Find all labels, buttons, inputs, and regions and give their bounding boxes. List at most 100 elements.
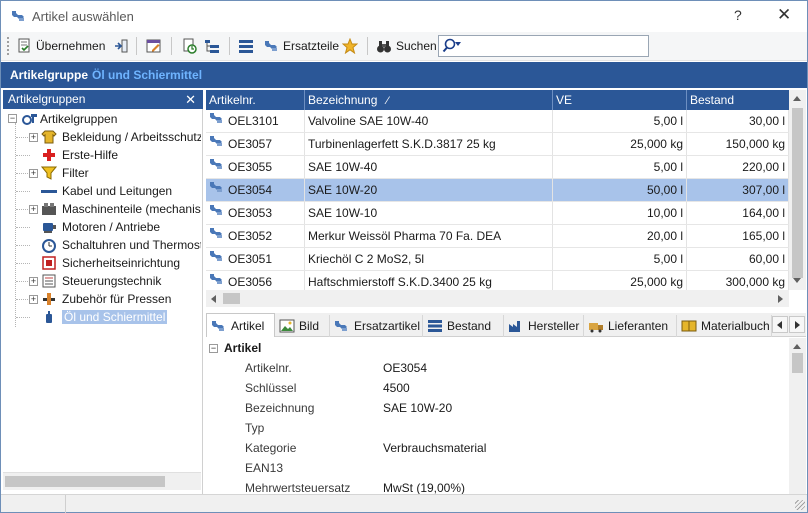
tree-item[interactable]: Erste-Hilfe xyxy=(41,146,118,164)
chevron-left-icon xyxy=(777,321,782,329)
details-vertical-scrollbar[interactable] xyxy=(789,338,806,494)
tab-picture[interactable]: Bild xyxy=(275,315,330,337)
tree-item[interactable]: Motoren / Antriebe xyxy=(41,218,160,236)
cell-artikelnr-value: OEL3101 xyxy=(228,114,279,128)
tree-view-button[interactable] xyxy=(204,37,220,55)
search-dropdown-icon[interactable] xyxy=(455,42,461,46)
scrollbar-thumb[interactable] xyxy=(792,108,803,278)
accept-button[interactable]: Übernehmen xyxy=(16,37,105,55)
refresh-button[interactable] xyxy=(181,37,197,55)
tree-item[interactable]: Bekleidung / Arbeitsschutz xyxy=(41,128,201,146)
toolbar-grip[interactable] xyxy=(7,37,10,55)
tab-stock[interactable]: Bestand xyxy=(423,315,504,337)
cell-bestand-value: 60,00 l xyxy=(748,252,785,266)
cell-bestand: 165,00 l xyxy=(687,225,789,247)
tab-spare-article[interactable]: Ersatzartikel xyxy=(330,315,423,337)
tab-manufacturer[interactable]: Hersteller xyxy=(504,315,584,337)
tab-supplier[interactable]: Lieferanten xyxy=(584,315,677,337)
tree-expand-toggle[interactable]: + xyxy=(29,169,38,178)
close-button[interactable]: ✕ xyxy=(777,5,791,25)
cell-artikelnr-value: OE3056 xyxy=(228,275,273,289)
scroll-right-icon[interactable] xyxy=(778,295,783,303)
safety-icon xyxy=(41,255,57,271)
scroll-up-icon[interactable] xyxy=(793,344,801,349)
tree-expand-toggle[interactable]: + xyxy=(29,133,38,142)
tree-root[interactable]: Artikelgruppen xyxy=(21,110,117,128)
tab-label: Ersatzartikel xyxy=(354,319,421,333)
tree-item-label: Steuerungstechnik xyxy=(62,274,162,288)
clothing-icon xyxy=(41,129,57,145)
column-header-artikelnr[interactable]: Artikelnr. xyxy=(206,90,305,110)
tree-expand-toggle[interactable]: + xyxy=(29,205,38,214)
tree-expand-toggle[interactable]: + xyxy=(29,277,38,286)
tree-item[interactable]: Maschinenteile (mechanisch) xyxy=(41,200,201,218)
spareparts-button[interactable]: Ersatzteile xyxy=(263,37,339,55)
tree-expand-toggle[interactable]: + xyxy=(29,295,38,304)
property-label: Schlüssel xyxy=(245,381,297,395)
table-row[interactable]: OEL3101 Valvoline SAE 10W-40 5,00 l 30,00 l xyxy=(206,110,789,133)
article-groups-root-icon xyxy=(21,111,37,127)
grid-vertical-scrollbar[interactable] xyxy=(789,90,806,290)
tree-item[interactable]: Schaltuhren und Thermostate xyxy=(41,236,201,254)
stock-list-button[interactable] xyxy=(238,37,254,55)
section-title: Artikel xyxy=(224,341,262,355)
table-row[interactable]: OE3054 SAE 10W-20 50,00 l 307,00 l xyxy=(206,179,789,202)
scroll-up-icon[interactable] xyxy=(793,96,801,101)
cell-bestand: 220,00 l xyxy=(687,156,789,178)
section-artikel[interactable]: − Artikel xyxy=(209,341,261,355)
grid-horizontal-scrollbar[interactable] xyxy=(206,290,789,307)
tree-item-label: Bekleidung / Arbeitsschutz xyxy=(62,130,201,144)
section-collapse-toggle[interactable]: − xyxy=(209,343,218,353)
tree-horizontal-scrollbar[interactable] xyxy=(3,472,201,490)
close-panel-button[interactable]: ✕ xyxy=(185,90,196,109)
tab-scroll-right-button[interactable] xyxy=(789,316,805,333)
table-row[interactable]: OE3057 Turbinenlagerfett S.K.D.3817 25 kg… xyxy=(206,133,789,156)
help-button[interactable]: ? xyxy=(734,7,742,23)
cell-bestand-value: 165,00 l xyxy=(742,229,785,243)
tree-item-label: Sicherheitseinrichtung xyxy=(62,256,181,270)
oil-icon xyxy=(41,309,57,325)
favorites-button[interactable] xyxy=(341,37,359,55)
search-button[interactable]: Suchen xyxy=(376,37,437,55)
spareparts-label: Ersatzteile xyxy=(283,39,340,53)
property-value: SAE 10W-20 xyxy=(383,401,453,415)
cell-artikelnr: OE3057 xyxy=(206,133,305,155)
tab-label: Lieferanten xyxy=(608,319,669,333)
tree-item[interactable]: Zubehör für Pressen xyxy=(41,290,171,308)
column-header-bezeichnung[interactable]: Bezeichnung ⁄ xyxy=(305,90,553,110)
table-row[interactable]: OE3053 SAE 10W-10 10,00 l 164,00 l xyxy=(206,202,789,225)
tree-item[interactable]: Steuerungstechnik xyxy=(41,272,161,290)
scroll-down-icon[interactable] xyxy=(793,278,801,283)
first-aid-icon xyxy=(41,147,57,163)
tree-item[interactable]: Filter xyxy=(40,164,89,182)
scroll-left-icon[interactable] xyxy=(211,295,216,303)
supplier-icon xyxy=(588,319,604,333)
tree-item[interactable]: Kabel und Leitungen xyxy=(41,182,172,200)
scrollbar-thumb[interactable] xyxy=(223,293,240,304)
cell-bezeichnung-value: SAE 10W-40 xyxy=(308,160,378,174)
tree-item[interactable]: Sicherheitseinrichtung xyxy=(41,254,180,272)
tree-item[interactable]: Öl und Schiermittel xyxy=(41,308,168,326)
scrollbar-thumb[interactable] xyxy=(792,353,803,373)
table-row[interactable]: OE3052 Merkur Weissöl Pharma 70 Fa. DEA 20… xyxy=(206,225,789,248)
accept-label: Übernehmen xyxy=(36,39,106,53)
table-row[interactable]: OE3051 Kriechöl C 2 MoS2, 5l 5,00 l 60,00 l xyxy=(206,248,789,271)
tab-scroll-left-button[interactable] xyxy=(772,316,788,333)
column-header-bestand[interactable]: Bestand xyxy=(687,90,789,110)
cell-ve: 20,00 l xyxy=(553,225,687,247)
scrollbar-thumb[interactable] xyxy=(5,476,165,487)
import-button[interactable] xyxy=(113,37,129,55)
search-input[interactable] xyxy=(438,35,649,57)
cell-bestand: 30,00 l xyxy=(687,110,789,132)
tab-material-book[interactable]: Materialbuch xyxy=(677,315,772,337)
tree-collapse-toggle[interactable]: − xyxy=(8,114,17,123)
tab-article[interactable]: Artikel xyxy=(206,313,275,337)
resize-grip-icon[interactable] xyxy=(795,500,805,510)
tree-item-label: Motoren / Antriebe xyxy=(62,220,161,234)
manufacturer-icon xyxy=(508,319,524,333)
column-header-ve[interactable]: VE xyxy=(553,90,687,110)
timer-icon xyxy=(41,237,57,253)
table-row[interactable]: OE3055 SAE 10W-40 5,00 l 220,00 l xyxy=(206,156,789,179)
article-groups-tree: − Artikelgruppen + Bekleidung / Arbeitssc… xyxy=(3,109,201,472)
edit-form-button[interactable] xyxy=(146,37,162,55)
